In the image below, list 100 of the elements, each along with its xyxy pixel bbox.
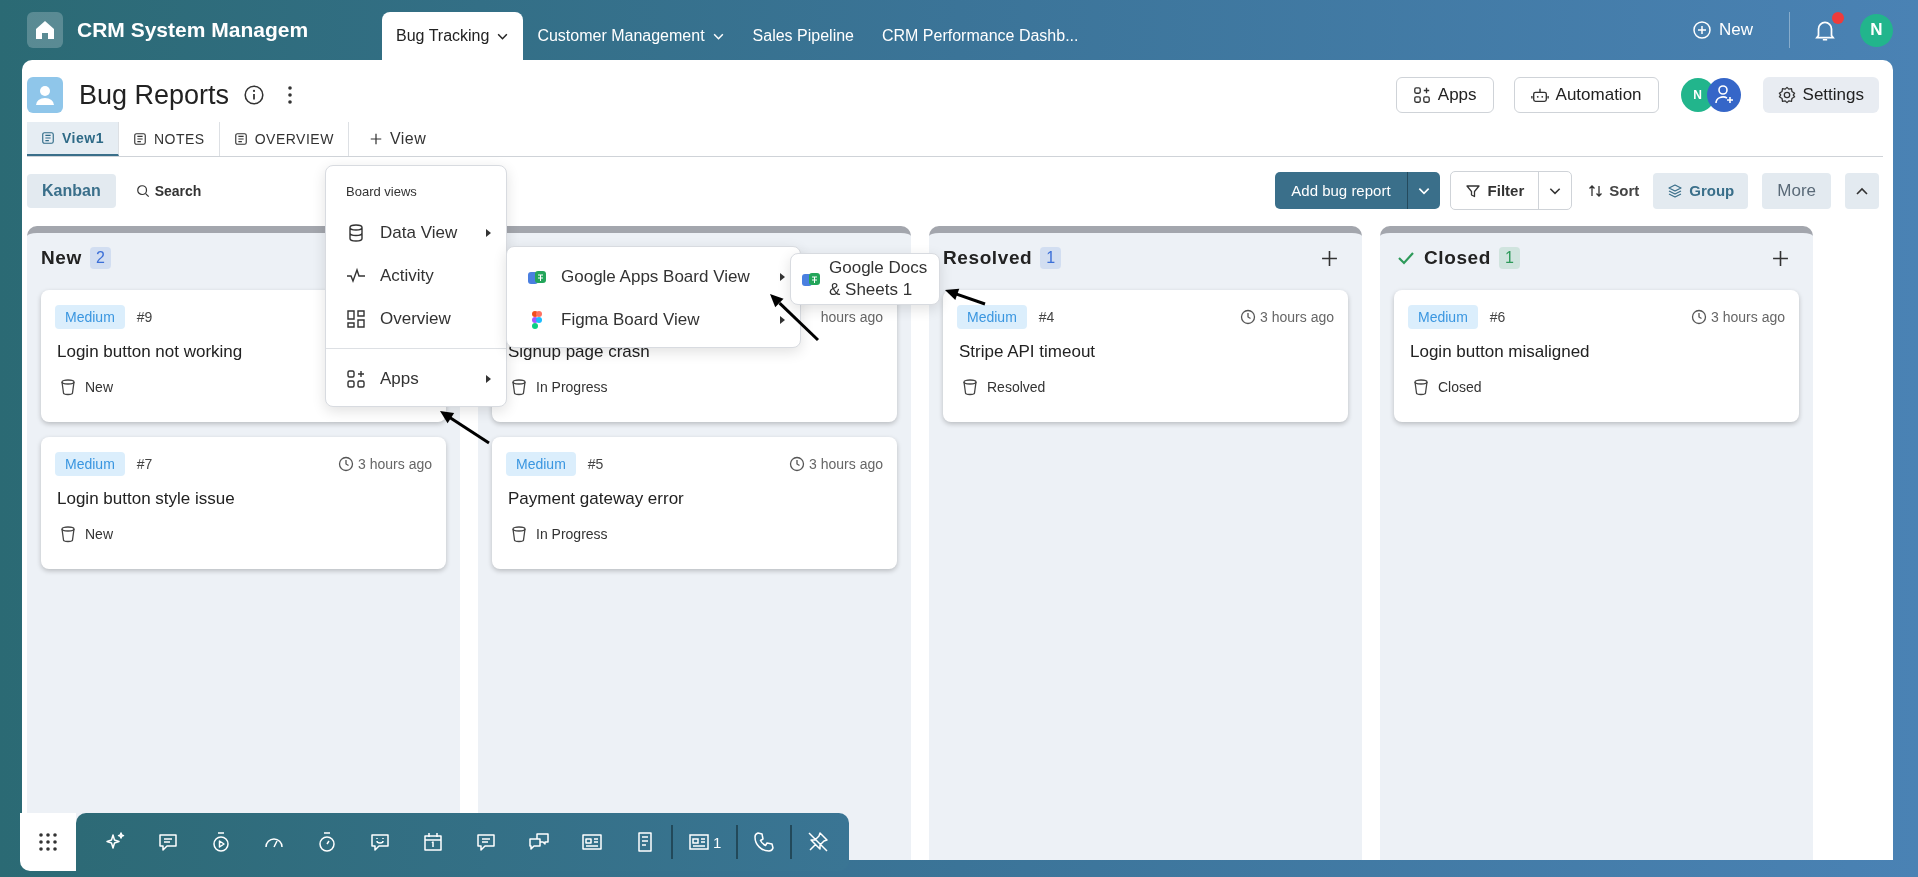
bug-card[interactable]: Medium #7 3 hours ago Login button style issue New (41, 437, 446, 569)
card-time: 3 hours ago (1711, 309, 1785, 325)
priority-tag: Medium (55, 305, 125, 329)
caret-right-icon (778, 314, 786, 325)
menu-item[interactable]: Google Docs & Sheets 1 (791, 255, 939, 303)
bucket-icon (59, 378, 77, 396)
id-card-icon (688, 831, 710, 853)
add-card-icon[interactable] (1772, 249, 1789, 267)
add-member-icon[interactable] (1706, 78, 1741, 112)
collapse-button[interactable] (1845, 172, 1879, 209)
bucket-icon (1412, 378, 1430, 396)
contacts-button[interactable]: 1 (688, 831, 722, 853)
menu-heading: Board views (345, 184, 418, 201)
card-time: 3 hours ago (358, 456, 432, 472)
new-button[interactable]: New (1692, 20, 1753, 40)
document-icon (233, 132, 248, 146)
smile-chat-icon[interactable] (369, 831, 391, 853)
column-title: Resolved (943, 247, 1033, 269)
chat-icon[interactable] (157, 831, 179, 853)
view-tab[interactable]: NOTES (118, 122, 220, 156)
robot-icon (1530, 86, 1549, 104)
bucket-icon (961, 378, 979, 396)
bug-card[interactable]: Medium #4 3 hours ago Stripe API timeout Resolved (943, 290, 1348, 422)
timer-icon[interactable] (210, 831, 232, 853)
automation-button[interactable]: Automation (1513, 77, 1659, 113)
card-status: New (85, 379, 113, 395)
bug-id: #9 (136, 309, 153, 325)
menu-item[interactable]: Data View (326, 211, 506, 254)
search-button[interactable]: Search (135, 182, 202, 199)
dots-grid-icon (37, 831, 59, 853)
filter-icon (1464, 182, 1481, 199)
bug-id: #6 (1489, 309, 1506, 325)
database-icon (346, 222, 366, 243)
card-status: Closed (1438, 379, 1482, 395)
bug-id: #5 (587, 456, 604, 472)
page-title: Bug Reports (79, 79, 230, 111)
stopwatch-icon[interactable] (316, 831, 338, 853)
home-icon[interactable] (27, 12, 63, 48)
bucket-icon (510, 525, 528, 543)
apps-button[interactable]: Apps (1395, 77, 1494, 113)
card-title: Login button not working (56, 342, 244, 362)
layers-icon (1667, 182, 1684, 199)
more-button[interactable]: More (1762, 172, 1831, 209)
plus-icon (368, 132, 383, 146)
card-status: New (85, 526, 113, 542)
nav-tab[interactable]: CRM Performance Dashb... (868, 12, 1093, 60)
settings-icon (1777, 86, 1796, 104)
document-icon (41, 131, 55, 145)
pointer-arrow (945, 288, 986, 306)
sort-button[interactable]: Sort (1588, 182, 1640, 199)
nav-tab[interactable]: Customer Management (523, 12, 739, 60)
apps-grid-button[interactable] (20, 813, 76, 871)
priority-tag: Medium (1408, 305, 1478, 329)
id-card-icon[interactable] (581, 831, 603, 853)
bug-card[interactable]: Medium #5 3 hours ago Payment gateway error In Progress (492, 437, 897, 569)
bucket-icon (59, 525, 77, 543)
add-view-button[interactable]: View (348, 122, 441, 156)
apps-icon (1412, 86, 1431, 104)
card-title: Payment gateway error (507, 489, 685, 509)
kanban-view-button[interactable]: Kanban (27, 173, 116, 208)
more-options-icon[interactable] (287, 85, 294, 105)
nav-tab[interactable]: Sales Pipeline (738, 12, 868, 60)
caret-right-icon (484, 227, 492, 238)
calendar-icon[interactable] (422, 831, 444, 853)
card-status: In Progress (536, 379, 608, 395)
card-title: Login button style issue (56, 489, 236, 509)
card-time: 3 hours ago (1260, 309, 1334, 325)
view-tab[interactable]: OVERVIEW (219, 122, 349, 156)
card-title: Login button misaligned (1409, 342, 1591, 362)
app-title: CRM System Managem (77, 18, 309, 42)
caret-right-icon (778, 271, 786, 282)
search-icon (135, 183, 150, 198)
chats-icon[interactable] (528, 831, 550, 853)
priority-tag: Medium (506, 452, 576, 476)
bug-id: #7 (136, 456, 153, 472)
column-count: 1 (1040, 247, 1062, 269)
pointer-arrow (440, 411, 490, 445)
nav-tab[interactable]: Bug Tracking (382, 12, 524, 60)
settings-button[interactable]: Settings (1762, 77, 1879, 113)
add-card-icon[interactable] (1321, 249, 1338, 267)
card-title: Stripe API timeout (958, 342, 1097, 362)
phone-icon[interactable] (753, 831, 776, 853)
message-icon[interactable] (475, 831, 497, 853)
bug-card[interactable]: Medium #6 3 hours ago Login button misaligned Closed (1394, 290, 1799, 422)
column-title: Closed (1424, 247, 1491, 269)
column-count: 2 (89, 247, 111, 269)
group-button[interactable]: Group (1653, 172, 1749, 209)
bug-id: #4 (1038, 309, 1055, 325)
info-icon[interactable] (243, 84, 266, 106)
card-time: 3 hours ago (809, 456, 883, 472)
bug-report-page-icon (27, 77, 63, 113)
document-icon (132, 132, 147, 146)
unpin-icon[interactable] (807, 831, 830, 853)
grid-icon (346, 308, 366, 329)
card-status: In Progress (536, 526, 608, 542)
plus-circle-icon (1692, 20, 1712, 40)
pointer-arrow (770, 294, 820, 342)
bucket-icon (510, 378, 528, 396)
column-count: 1 (1498, 247, 1520, 269)
view-tab[interactable]: View1 (27, 122, 119, 156)
